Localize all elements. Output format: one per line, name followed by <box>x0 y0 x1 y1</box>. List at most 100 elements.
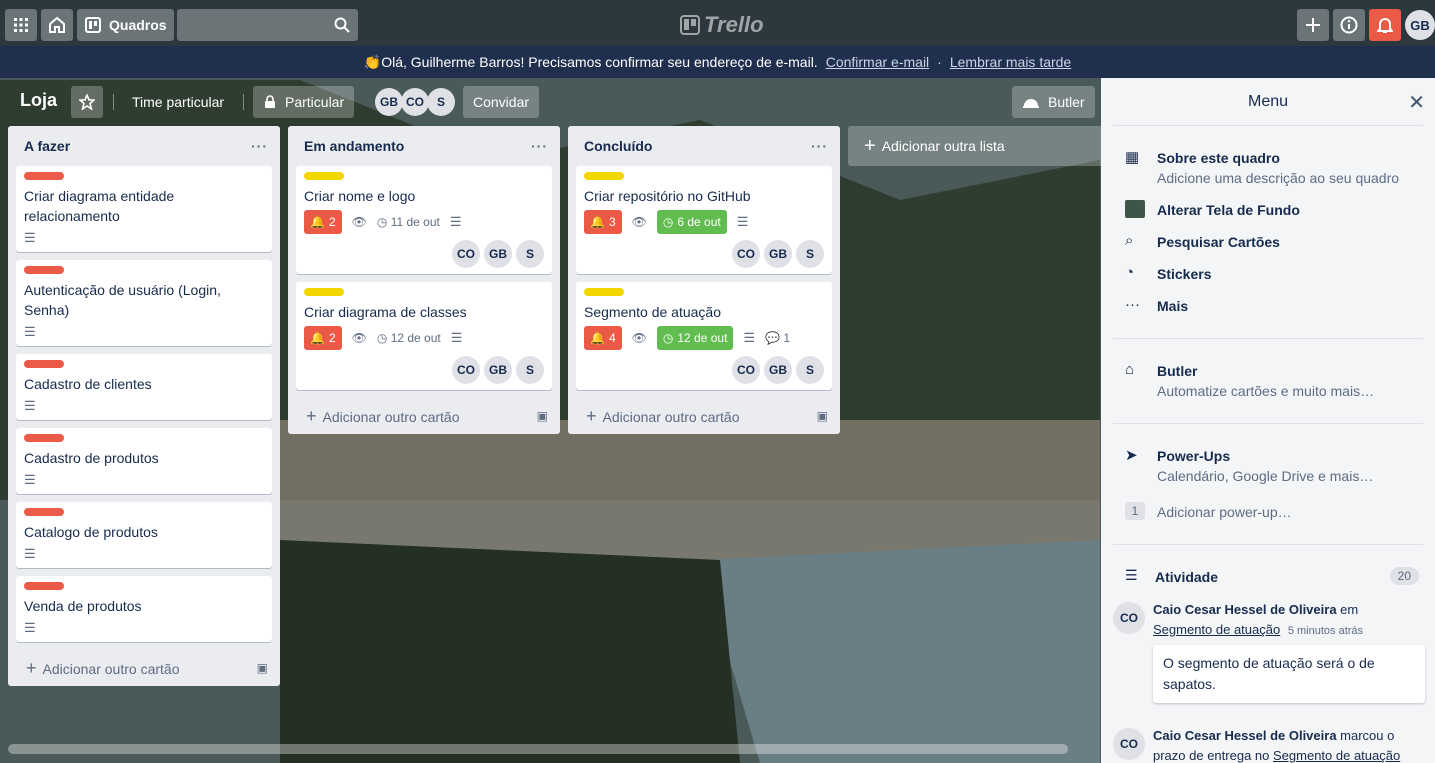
card[interactable]: Autenticação de usuário (Login, Senha) ☰ <box>16 260 272 346</box>
board-header: Loja Time particular Particular GB CO S … <box>0 78 1100 126</box>
butler-button[interactable]: Butler <box>1012 86 1095 118</box>
list-header[interactable]: Concluído ··· <box>568 126 840 166</box>
card[interactable]: Criar repositório no GitHub 🔔 3 👁 ◷ 6 de … <box>576 166 832 274</box>
menu-butler[interactable]: ⌂ Butler Automatize cartões e muito mais… <box>1125 361 1374 401</box>
due-date: 12 de out <box>677 331 728 345</box>
template-icon[interactable]: ▣ <box>537 409 548 423</box>
divider <box>113 94 114 110</box>
board-name[interactable]: Loja <box>20 90 57 111</box>
invite-button[interactable]: Convidar <box>463 86 540 118</box>
menu-power-ups[interactable]: ➤ Power-Ups Calendário, Google Drive e ma… <box>1125 446 1373 486</box>
member-avatar[interactable]: GB <box>375 88 403 116</box>
template-icon[interactable]: ▣ <box>817 409 828 423</box>
horizontal-scrollbar[interactable] <box>8 744 1068 754</box>
member-avatar[interactable]: GB <box>484 240 512 268</box>
label-yellow[interactable] <box>584 172 624 180</box>
user-avatar[interactable]: GB <box>1405 10 1435 40</box>
remind-later-link[interactable]: Lembrar mais tarde <box>950 54 1071 70</box>
star-icon[interactable] <box>71 86 103 118</box>
label-red[interactable] <box>24 266 64 274</box>
card[interactable]: Segmento de atuação 🔔 4 👁 ◷ 12 de out ☰ 💬… <box>576 282 832 390</box>
list-menu-icon[interactable]: ··· <box>811 138 828 154</box>
info-icon[interactable] <box>1333 9 1365 41</box>
activity-card-link[interactable]: Segmento de atuação <box>1273 748 1400 763</box>
add-card-label: Adicionar outro cartão <box>322 408 460 425</box>
notifications-bell-icon[interactable] <box>1369 9 1401 41</box>
sticker-icon: ◔ <box>1125 264 1135 281</box>
close-icon[interactable]: ✕ <box>1408 90 1425 115</box>
card[interactable]: Cadastro de clientes ☰ <box>16 354 272 420</box>
member-avatar[interactable]: S <box>516 356 544 384</box>
add-card-button[interactable]: + Adicionar outro cartão ▣ <box>568 398 840 434</box>
card[interactable]: Cadastro de produtos ☰ <box>16 428 272 494</box>
activity-avatar[interactable]: CO <box>1113 602 1145 634</box>
label-red[interactable] <box>24 172 64 180</box>
board-members: GB CO S <box>375 88 455 116</box>
trello-logo[interactable]: Trello <box>680 12 764 38</box>
divider <box>243 94 244 110</box>
boards-button[interactable]: Quadros <box>77 9 174 41</box>
member-avatar[interactable]: S <box>796 240 824 268</box>
label-red[interactable] <box>24 508 64 516</box>
search-input[interactable] <box>177 9 358 41</box>
list-title[interactable]: A fazer <box>24 138 70 154</box>
powerup-count-badge: 1 <box>1125 502 1145 520</box>
list-header[interactable]: Em andamento ··· <box>288 126 560 166</box>
confirm-email-link[interactable]: Confirmar e-mail <box>826 54 929 70</box>
menu-more[interactable]: ··· Mais <box>1125 296 1188 316</box>
list-header[interactable]: A fazer ··· <box>8 126 280 166</box>
member-avatar[interactable]: CO <box>732 240 760 268</box>
label-yellow[interactable] <box>584 288 624 296</box>
menu-stickers[interactable]: ◔ Stickers <box>1125 264 1211 284</box>
due-date-complete-badge[interactable]: ◷ 12 de out <box>656 326 734 350</box>
list-menu-icon[interactable]: ··· <box>251 138 268 154</box>
add-plus-icon[interactable] <box>1297 9 1329 41</box>
activity-count-badge: 20 <box>1389 567 1419 585</box>
card[interactable]: Venda de produtos ☰ <box>16 576 272 642</box>
menu-search-cards[interactable]: ⌕ Pesquisar Cartões <box>1125 232 1280 252</box>
activity-user[interactable]: Caio Cesar Hessel de Oliveira <box>1153 728 1337 743</box>
activity-time[interactable]: 5 minutos atrás <box>1288 625 1363 637</box>
due-date: 6 de out <box>677 215 721 229</box>
card-title: Criar nome e logo <box>304 188 416 204</box>
add-card-button[interactable]: + Adicionar outro cartão ▣ <box>288 398 560 434</box>
add-card-button[interactable]: + Adicionar outro cartão ▣ <box>8 650 280 686</box>
member-avatar[interactable]: S <box>516 240 544 268</box>
card[interactable]: Catalogo de produtos ☰ <box>16 502 272 568</box>
member-avatar[interactable]: CO <box>401 88 429 116</box>
member-avatar[interactable]: CO <box>452 240 480 268</box>
add-list-button[interactable]: + Adicionar outra lista <box>848 126 1120 166</box>
activity-user[interactable]: Caio Cesar Hessel de Oliveira <box>1153 602 1337 617</box>
label-red[interactable] <box>24 582 64 590</box>
list-title[interactable]: Em andamento <box>304 138 404 154</box>
activity-card-link[interactable]: Segmento de atuação <box>1153 622 1280 637</box>
list-title[interactable]: Concluído <box>584 138 652 154</box>
label-yellow[interactable] <box>304 172 344 180</box>
member-avatar[interactable]: S <box>796 356 824 384</box>
home-icon[interactable] <box>41 9 73 41</box>
card[interactable]: Criar nome e logo 🔔 2 👁 ◷ 11 de out ☰ CO … <box>296 166 552 274</box>
member-avatar[interactable]: GB <box>764 356 792 384</box>
menu-add-power-up[interactable]: 1 Adicionar power-up… <box>1125 502 1292 522</box>
member-avatar[interactable]: CO <box>732 356 760 384</box>
card[interactable]: Criar diagrama de classes 🔔 2 👁 ◷ 12 de o… <box>296 282 552 390</box>
menu-change-background[interactable]: Alterar Tela de Fundo <box>1125 200 1300 222</box>
card-members: CO GB S <box>304 240 544 268</box>
label-yellow[interactable] <box>304 288 344 296</box>
apps-grid-icon[interactable] <box>5 9 37 41</box>
member-avatar[interactable]: CO <box>452 356 480 384</box>
member-avatar[interactable]: GB <box>484 356 512 384</box>
label-red[interactable] <box>24 434 64 442</box>
menu-about-board[interactable]: ▦ Sobre este quadro Adicione uma descriçã… <box>1125 148 1399 188</box>
member-avatar[interactable]: S <box>427 88 455 116</box>
visibility-button[interactable]: Particular <box>253 86 355 118</box>
member-avatar[interactable]: GB <box>764 240 792 268</box>
label-red[interactable] <box>24 360 64 368</box>
activity-avatar[interactable]: CO <box>1113 728 1145 760</box>
due-date-complete-badge[interactable]: ◷ 6 de out <box>656 210 727 234</box>
template-icon[interactable]: ▣ <box>257 661 268 675</box>
card[interactable]: Criar diagrama entidade relacionamento ☰ <box>16 166 272 252</box>
card-title: Criar diagrama entidade relacionamento <box>24 188 175 224</box>
list-menu-icon[interactable]: ··· <box>531 138 548 154</box>
team-button[interactable]: Time particular <box>122 86 234 118</box>
